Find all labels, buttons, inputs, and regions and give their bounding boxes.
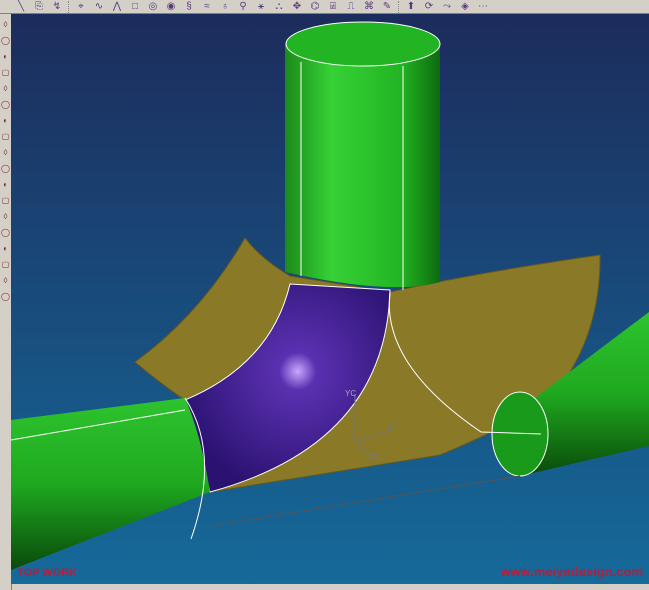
join-icon[interactable]: ⌘ — [362, 1, 376, 13]
pan-icon[interactable]: ◐ — [3, 52, 8, 62]
extrude-icon[interactable]: ⬆ — [404, 1, 418, 13]
view-name-label: TOP WORK — [17, 567, 78, 579]
shade-icon[interactable]: ◯ — [1, 100, 10, 110]
select-icon[interactable]: ◐ — [3, 180, 8, 190]
wireframe-icon[interactable]: ◐ — [3, 116, 8, 126]
measure-icon[interactable]: ◯ — [1, 164, 10, 174]
top-cylinder[interactable] — [285, 44, 440, 288]
snap-icon[interactable]: ◊ — [4, 148, 8, 158]
fit-icon[interactable]: ◊ — [4, 84, 8, 94]
spline-icon[interactable]: ∿ — [92, 1, 106, 13]
show-icon[interactable]: ◊ — [4, 276, 8, 286]
filter-icon[interactable]: ▢ — [2, 196, 10, 206]
axis-x-label: XC — [387, 423, 398, 432]
section-icon[interactable]: ⛬ — [272, 1, 286, 13]
line-icon[interactable]: ╲ — [14, 1, 28, 13]
layer-icon[interactable]: ▢ — [2, 132, 10, 142]
surface-icon[interactable]: ◈ — [458, 1, 472, 13]
law-curve-icon[interactable]: ≈ — [200, 1, 214, 13]
hide-icon[interactable]: ▢ — [2, 260, 10, 270]
sweep-icon[interactable]: ⤳ — [440, 1, 454, 13]
graphics-viewport[interactable]: YC XC ZC TOP WORK www.meiyadesign.com — [10, 14, 649, 584]
wrap-icon[interactable]: ⎍ — [344, 1, 358, 13]
polygon-icon[interactable]: ◎ — [146, 1, 160, 13]
axis-y-label: YC — [345, 389, 356, 398]
rectangle-icon[interactable]: □ — [128, 1, 142, 13]
new-sketch-icon[interactable]: ⎘ — [32, 1, 46, 13]
toolbar-separator — [398, 0, 400, 13]
circle-icon[interactable]: ◉ — [164, 1, 178, 13]
polyline-icon[interactable]: ⋀ — [110, 1, 124, 13]
top-cylinder-end — [285, 21, 441, 67]
extract-icon[interactable]: ✥ — [290, 1, 304, 13]
light-icon[interactable]: ◐ — [3, 244, 8, 254]
combine-icon[interactable]: ⍯ — [326, 1, 340, 13]
view-icon[interactable]: ◊ — [4, 20, 8, 30]
refresh-icon[interactable]: ◊ — [4, 212, 8, 222]
curve-icon[interactable]: ↯ — [50, 1, 64, 13]
axis-z-label: ZC — [369, 453, 380, 462]
zoom-icon[interactable]: ▢ — [2, 68, 10, 78]
rotate-icon[interactable]: ◯ — [1, 36, 10, 46]
point-icon[interactable]: ⌖ — [74, 1, 88, 13]
offset-icon[interactable]: ♁ — [218, 1, 232, 13]
intersect-icon[interactable]: ⚹ — [254, 1, 268, 13]
more-icon[interactable]: ⋯ — [476, 1, 490, 13]
section-icon[interactable]: ◯ — [1, 228, 10, 238]
watermark: www.meiyadesign.com — [500, 564, 643, 579]
text-icon[interactable]: ✎ — [380, 1, 394, 13]
helix-icon[interactable]: § — [182, 1, 196, 13]
main-toolbar: ╲ ⎘ ↯ ⌖ ∿ ⋀ □ ◎ ◉ § ≈ ♁ ⚲ ⚹ ⛬ ✥ ⌬ ⍯ ⎍ ⌘ ✎ ⬆ ⟳ ⤳ ◈ ⋯ — [0, 0, 649, 14]
revolve-icon[interactable]: ⟳ — [422, 1, 436, 13]
toolbar-separator — [68, 0, 70, 13]
bridge-icon[interactable]: ⌬ — [308, 1, 322, 13]
model-canvas[interactable]: YC XC ZC — [10, 14, 649, 584]
project-icon[interactable]: ⚲ — [236, 1, 250, 13]
undo-icon[interactable]: ◯ — [1, 292, 10, 302]
